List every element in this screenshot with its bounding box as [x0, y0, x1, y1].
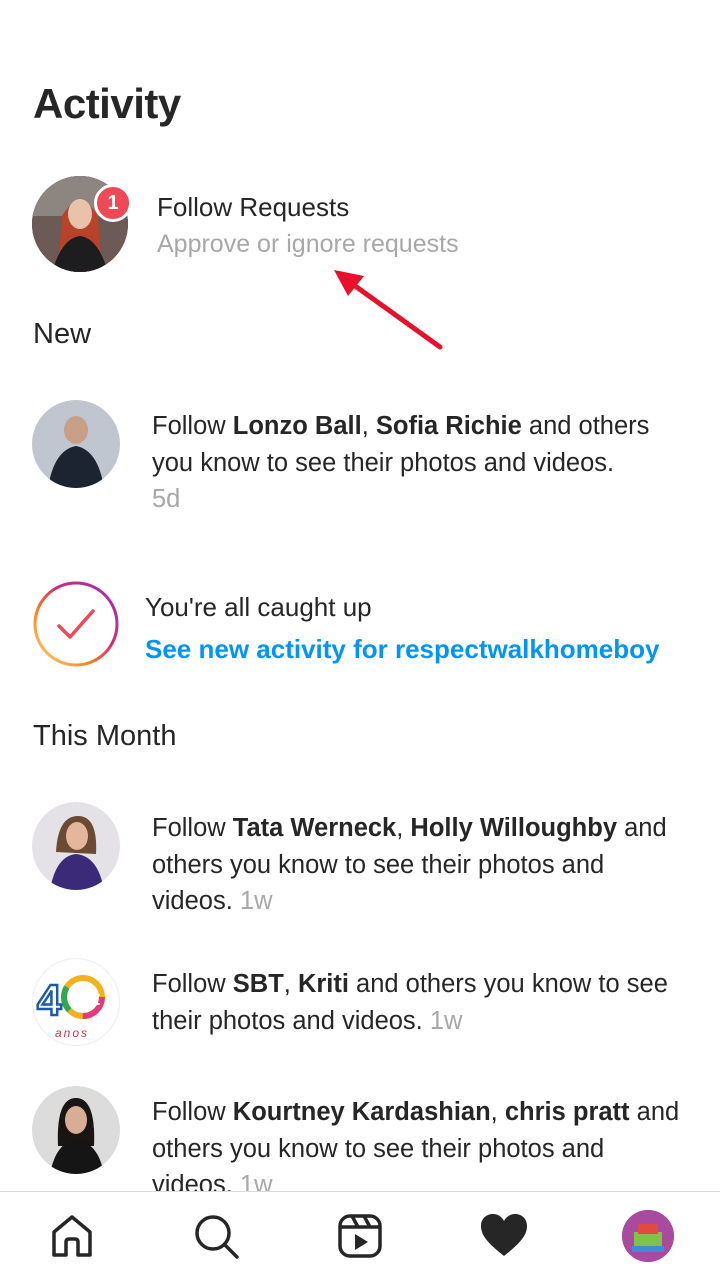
notification-text: Follow Kourtney Kardashian, chris pratt …	[152, 1094, 692, 1192]
username-link[interactable]: Tata Werneck	[233, 814, 396, 842]
home-icon	[52, 1215, 92, 1257]
bottom-nav	[0, 1191, 720, 1281]
suggested-user-avatar	[32, 1086, 120, 1174]
suggested-user-avatar	[32, 400, 120, 488]
username-link[interactable]: Kourtney Kardashian	[233, 1098, 491, 1126]
username-link[interactable]: Sofia Richie	[376, 412, 522, 440]
username-link[interactable]: SBT	[233, 970, 284, 998]
see-new-activity-link[interactable]: See new activity for respectwalkhomeboy	[145, 634, 659, 665]
section-this-month-heading: This Month	[33, 720, 177, 752]
activity-content: Activity 1 Follow Requests Approve or ig…	[0, 0, 720, 1192]
profile-avatar	[622, 1210, 674, 1262]
username-link[interactable]: Holly Willoughby	[410, 814, 617, 842]
username-link[interactable]: Lonzo Ball	[233, 412, 362, 440]
reels-icon	[338, 1214, 382, 1258]
nav-profile-button[interactable]	[622, 1210, 674, 1262]
follow-requests-title: Follow Requests	[157, 192, 350, 222]
nav-activity-button[interactable]	[478, 1210, 530, 1262]
nav-reels-button[interactable]	[334, 1210, 386, 1262]
sbt-logo-word: sbt	[70, 988, 100, 1010]
page-title: Activity	[33, 80, 181, 127]
nav-home-button[interactable]	[46, 1210, 98, 1262]
username-link[interactable]: Kriti	[298, 970, 349, 998]
checkmark-circle-icon	[33, 581, 119, 667]
search-icon	[195, 1215, 239, 1259]
timestamp: 5d	[152, 485, 181, 513]
heart-icon	[481, 1214, 527, 1256]
timestamp: 1w	[429, 1006, 463, 1035]
sbt-logo-number: 4	[37, 976, 62, 1025]
suggested-user-avatar	[32, 802, 120, 890]
follow-request-badge: 1	[94, 184, 132, 222]
follow-requests-row[interactable]: 1 Follow Requests Approve or ignore requ…	[0, 170, 720, 280]
sbt-logo-avatar: 4 sbt anos	[32, 958, 120, 1046]
follow-requests-subtitle: Approve or ignore requests	[157, 230, 459, 258]
notification-text: Follow Lonzo Ball, Sofia Richie and othe…	[152, 412, 650, 513]
red-arrow-annotation	[334, 270, 443, 350]
sbt-logo-sub: anos	[55, 1026, 89, 1040]
notification-text: Follow Tata Werneck, Holly Willoughby an…	[152, 814, 667, 915]
nav-search-button[interactable]	[190, 1210, 242, 1262]
timestamp: 1w	[239, 1171, 273, 1192]
section-new-heading: New	[33, 318, 92, 350]
timestamp: 1w	[239, 887, 273, 915]
notification-text: Follow SBT, Kriti and others you know to…	[152, 970, 668, 1035]
caught-up-row: You're all caught up See new activity fo…	[0, 578, 720, 670]
username-link[interactable]: chris pratt	[505, 1098, 630, 1126]
caught-up-title: You're all caught up	[145, 592, 372, 622]
